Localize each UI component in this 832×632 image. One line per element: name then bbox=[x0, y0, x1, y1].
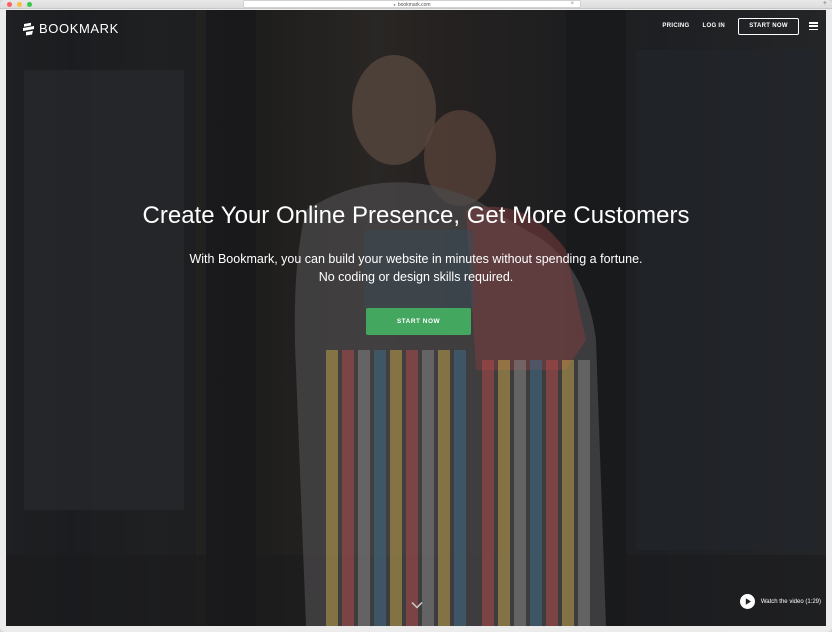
hero-subtitle: With Bookmark, you can build your websit… bbox=[6, 250, 826, 286]
menu-bar bbox=[809, 28, 818, 30]
menu-bar bbox=[809, 22, 818, 24]
hero-subtitle-line-1: With Bookmark, you can build your websit… bbox=[189, 252, 643, 266]
brand-logo[interactable]: BOOKMARK bbox=[22, 21, 119, 36]
nav-login-link[interactable]: LOG IN bbox=[703, 17, 725, 35]
hero-subtitle-line-2: No coding or design skills required. bbox=[318, 270, 514, 284]
nav-pricing-link[interactable]: PRICING bbox=[662, 17, 689, 35]
chevron-down-icon[interactable] bbox=[411, 599, 423, 611]
play-icon bbox=[739, 594, 755, 609]
address-text: bookmark.com bbox=[397, 2, 431, 8]
bookmark-logo-icon bbox=[23, 22, 34, 35]
new-tab-icon[interactable]: + bbox=[823, 0, 827, 8]
nav-start-now-button[interactable]: START NOW bbox=[738, 17, 799, 35]
window-maximize-button[interactable] bbox=[27, 2, 32, 7]
browser-window: ● bookmark.com × + BOOKMARK PRICING LOG … bbox=[0, 0, 832, 632]
browser-toolbar: ● bookmark.com × + bbox=[0, 0, 832, 9]
brand-name: BOOKMARK bbox=[39, 21, 119, 36]
hero-start-now-button[interactable]: START NOW bbox=[366, 308, 471, 335]
lock-icon: ● bbox=[393, 2, 396, 7]
landing-page: BOOKMARK PRICING LOG IN START NOW Create… bbox=[6, 10, 826, 626]
watch-video-link[interactable]: Watch the video (1:29) bbox=[739, 594, 821, 609]
address-bar[interactable]: ● bookmark.com × bbox=[243, 0, 581, 8]
hero-title: Create Your Online Presence, Get More Cu… bbox=[142, 202, 690, 229]
watch-video-label: Watch the video (1:29) bbox=[760, 598, 821, 605]
menu-bar bbox=[809, 25, 818, 27]
window-minimize-button[interactable] bbox=[17, 2, 22, 7]
close-icon[interactable]: × bbox=[570, 1, 574, 8]
top-navigation: PRICING LOG IN START NOW bbox=[662, 17, 818, 35]
hamburger-menu-icon[interactable] bbox=[809, 22, 818, 30]
window-close-button[interactable] bbox=[7, 2, 12, 7]
